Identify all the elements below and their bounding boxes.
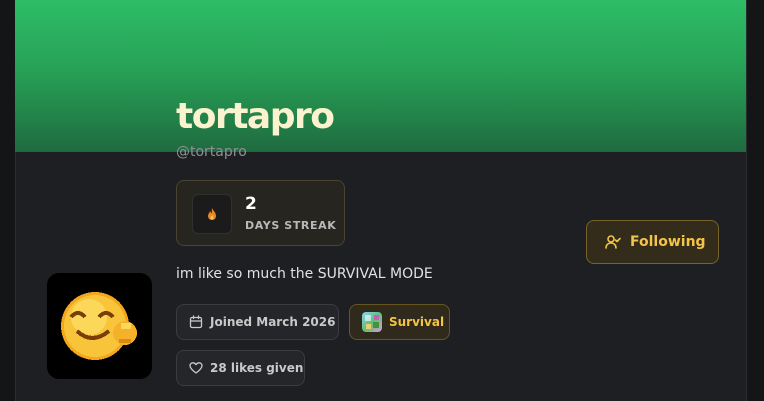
profile-banner	[15, 0, 747, 152]
likes-chip: 28 likes given	[176, 350, 305, 386]
streak-count: 2	[245, 194, 257, 214]
heart-icon	[189, 362, 203, 374]
flame-icon	[192, 194, 232, 234]
profile-card: tortapro @tortapro 2 DAYS STREAK Followi…	[15, 0, 747, 401]
game-label: Survival	[389, 315, 445, 329]
joined-label: Joined March 2026	[210, 315, 336, 329]
following-button[interactable]: Following	[586, 220, 719, 264]
handle: @tortapro	[176, 144, 247, 160]
streak-label: DAYS STREAK	[245, 219, 337, 232]
game-icon	[362, 312, 382, 332]
calendar-icon	[189, 315, 203, 329]
following-label: Following	[630, 234, 706, 250]
game-chip[interactable]: Survival	[349, 304, 450, 340]
bio: im like so much the SURVIVAL MODE	[176, 266, 433, 282]
likes-label: 28 likes given	[210, 361, 304, 375]
display-name: tortapro	[176, 96, 335, 137]
avatar	[47, 273, 152, 379]
joined-chip: Joined March 2026	[176, 304, 339, 340]
user-check-icon	[605, 235, 621, 249]
streak-card: 2 DAYS STREAK	[176, 180, 345, 246]
